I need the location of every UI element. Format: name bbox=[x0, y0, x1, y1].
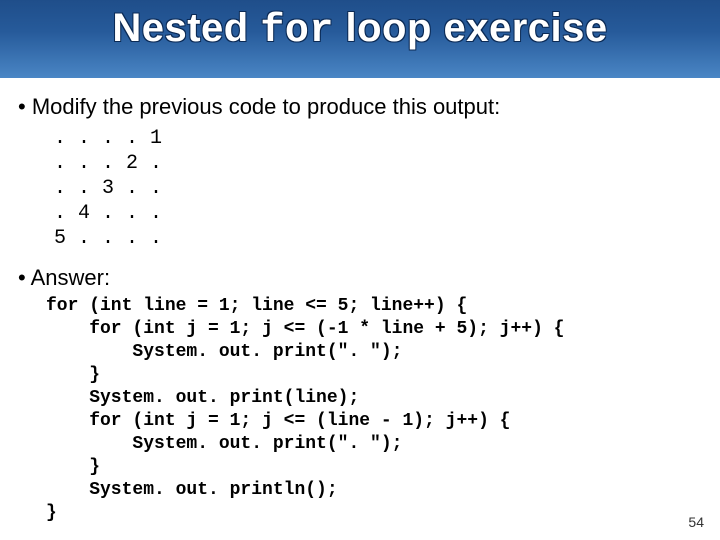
code-block: for (int line = 1; line <= 5; line++) { … bbox=[46, 295, 702, 525]
page-number: 54 bbox=[688, 514, 704, 530]
slide: Nested for loop exercise Modify the prev… bbox=[0, 0, 720, 540]
title-post: loop exercise bbox=[334, 6, 608, 50]
expected-output: . . . . 1 . . . 2 . . . 3 . . . 4 . . . … bbox=[54, 126, 702, 251]
title-pre: Nested bbox=[112, 6, 260, 50]
title-mono: for bbox=[260, 9, 334, 54]
slide-title: Nested for loop exercise bbox=[0, 6, 720, 54]
bullet-modify: Modify the previous code to produce this… bbox=[18, 94, 702, 120]
bullet-answer: Answer: bbox=[18, 265, 702, 291]
slide-body: Modify the previous code to produce this… bbox=[18, 88, 702, 525]
